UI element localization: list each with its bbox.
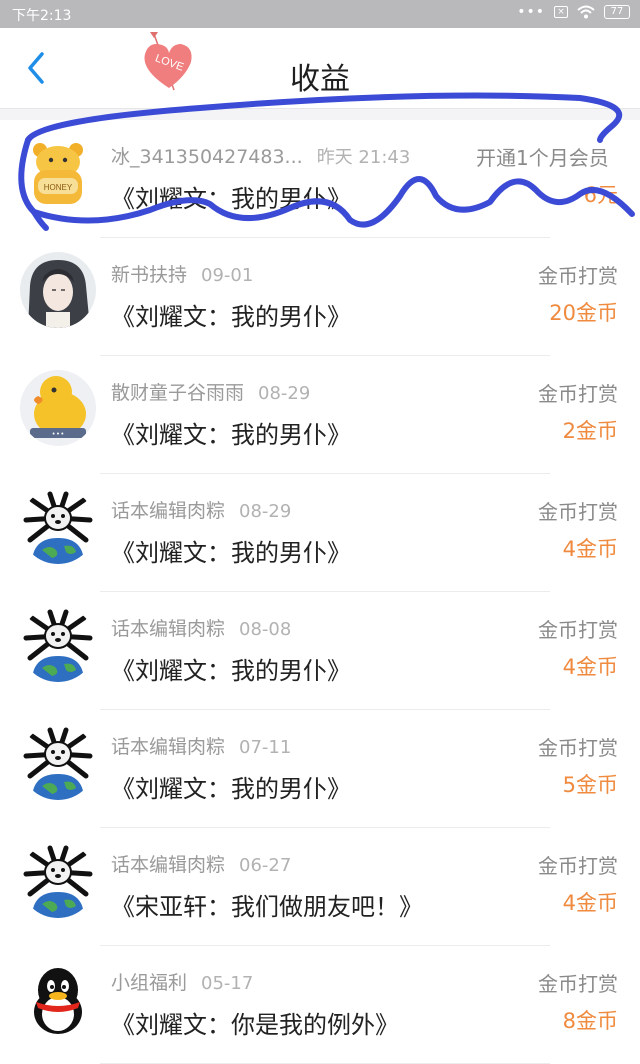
more-dots-icon: ••• bbox=[517, 4, 545, 20]
record-type: 金币打赏 bbox=[538, 618, 618, 642]
dog-earth-icon bbox=[20, 724, 96, 800]
record-meta: 话本编辑肉粽 07-11 bbox=[111, 732, 291, 759]
earnings-list: HONEY 冰_341350427483... 昨天 21:43 开通1个月会员 … bbox=[0, 120, 640, 1064]
record-type: 金币打赏 bbox=[538, 500, 618, 524]
record-type: 金币打赏 bbox=[538, 854, 618, 878]
avatar: HONEY bbox=[20, 134, 96, 210]
record-type: 金币打赏 bbox=[538, 264, 618, 288]
anime-portrait-icon bbox=[20, 252, 96, 328]
svg-text:• • •: • • • bbox=[52, 431, 64, 438]
record-date: 08-29 bbox=[239, 501, 292, 522]
record-date: 05-17 bbox=[201, 973, 254, 994]
record-row[interactable]: 话本编辑肉粽 07-11 金币打赏 《刘耀文：我的男仆》 5金币 bbox=[0, 710, 640, 828]
record-type: 金币打赏 bbox=[538, 972, 618, 996]
honey-pot-icon: HONEY bbox=[20, 134, 96, 210]
record-amount: 6元 bbox=[583, 183, 618, 207]
avatar bbox=[20, 842, 96, 918]
record-date: 09-01 bbox=[201, 265, 254, 286]
record-amount: 20金币 bbox=[549, 301, 618, 325]
record-amount: 4金币 bbox=[562, 537, 618, 561]
record-meta: 新书扶持 09-01 bbox=[111, 260, 253, 287]
record-amount: 4金币 bbox=[562, 655, 618, 679]
user-name: 话本编辑肉粽 bbox=[111, 618, 226, 640]
user-name: 小组福利 bbox=[111, 972, 188, 994]
user-name: 话本编辑肉粽 bbox=[111, 736, 226, 758]
record-type: 金币打赏 bbox=[538, 736, 618, 760]
status-icons: ••• × 77 bbox=[517, 4, 630, 20]
book-title: 《宋亚轩：我们做朋友吧！》 bbox=[111, 893, 423, 921]
user-name: 新书扶持 bbox=[111, 264, 188, 286]
user-name: 散财童子谷雨雨 bbox=[111, 382, 245, 404]
record-meta: 小组福利 05-17 bbox=[111, 968, 253, 995]
avatar: • • • bbox=[20, 370, 96, 446]
page-title: 收益 bbox=[290, 62, 350, 97]
record-type: 金币打赏 bbox=[538, 382, 618, 406]
record-date: 07-11 bbox=[239, 737, 292, 758]
dog-earth-icon bbox=[20, 842, 96, 918]
record-meta: 话本编辑肉粽 08-29 bbox=[111, 496, 291, 523]
record-row[interactable]: HONEY 冰_341350427483... 昨天 21:43 开通1个月会员 … bbox=[0, 120, 640, 238]
book-title: 《刘耀文：我的男仆》 bbox=[111, 185, 351, 213]
record-meta: 散财童子谷雨雨 08-29 bbox=[111, 378, 310, 405]
status-bar: 下午2:13 ••• × 77 bbox=[0, 0, 640, 28]
user-name: 话本编辑肉粽 bbox=[111, 500, 226, 522]
wifi-icon bbox=[577, 5, 595, 19]
yellow-duck-icon: • • • bbox=[20, 370, 96, 446]
avatar bbox=[20, 252, 96, 328]
record-row[interactable]: 新书扶持 09-01 金币打赏 《刘耀文：我的男仆》 20金币 bbox=[0, 238, 640, 356]
record-date: 08-08 bbox=[239, 619, 292, 640]
avatar bbox=[20, 606, 96, 682]
avatar bbox=[20, 724, 96, 800]
dog-earth-icon bbox=[20, 606, 96, 682]
record-amount: 8金币 bbox=[562, 1009, 618, 1033]
record-amount: 2金币 bbox=[562, 419, 618, 443]
record-row[interactable]: 话本编辑肉粽 08-08 金币打赏 《刘耀文：我的男仆》 4金币 bbox=[0, 592, 640, 710]
qq-penguin-icon bbox=[20, 960, 96, 1036]
record-row[interactable]: 话本编辑肉粽 06-27 金币打赏 《宋亚轩：我们做朋友吧！》 4金币 bbox=[0, 828, 640, 946]
book-title: 《刘耀文：我的男仆》 bbox=[111, 303, 351, 331]
book-title: 《刘耀文：我的男仆》 bbox=[111, 775, 351, 803]
book-title: 《刘耀文：你是我的例外》 bbox=[111, 1011, 399, 1039]
svg-text:HONEY: HONEY bbox=[44, 183, 73, 192]
book-title: 《刘耀文：我的男仆》 bbox=[111, 657, 351, 685]
user-name: 冰_341350427483... bbox=[111, 146, 303, 168]
record-row[interactable]: • • • 散财童子谷雨雨 08-29 金币打赏 《刘耀文：我的男仆》 2金币 bbox=[0, 356, 640, 474]
record-date: 06-27 bbox=[239, 855, 292, 876]
battery-icon: 77 bbox=[604, 5, 630, 19]
record-meta: 冰_341350427483... 昨天 21:43 bbox=[111, 142, 410, 169]
avatar bbox=[20, 488, 96, 564]
record-date: 08-29 bbox=[258, 383, 311, 404]
record-row[interactable]: 话本编辑肉粽 08-29 金币打赏 《刘耀文：我的男仆》 4金币 bbox=[0, 474, 640, 592]
status-time: 下午2:13 bbox=[12, 8, 72, 24]
sim-off-icon: × bbox=[554, 6, 568, 18]
record-meta: 话本编辑肉粽 06-27 bbox=[111, 850, 291, 877]
record-meta: 话本编辑肉粽 08-08 bbox=[111, 614, 291, 641]
record-date: 昨天 21:43 bbox=[316, 147, 411, 168]
book-title: 《刘耀文：我的男仆》 bbox=[111, 421, 351, 449]
record-type: 开通1个月会员 bbox=[476, 146, 609, 170]
avatar bbox=[20, 960, 96, 1036]
record-amount: 4金币 bbox=[562, 891, 618, 915]
book-title: 《刘耀文：我的男仆》 bbox=[111, 539, 351, 567]
record-row[interactable]: 小组福利 05-17 金币打赏 《刘耀文：你是我的例外》 8金币 bbox=[0, 946, 640, 1064]
record-amount: 5金币 bbox=[562, 773, 618, 797]
header: LOVE 收益 bbox=[0, 28, 640, 109]
user-name: 话本编辑肉粽 bbox=[111, 854, 226, 876]
dog-earth-icon bbox=[20, 488, 96, 564]
